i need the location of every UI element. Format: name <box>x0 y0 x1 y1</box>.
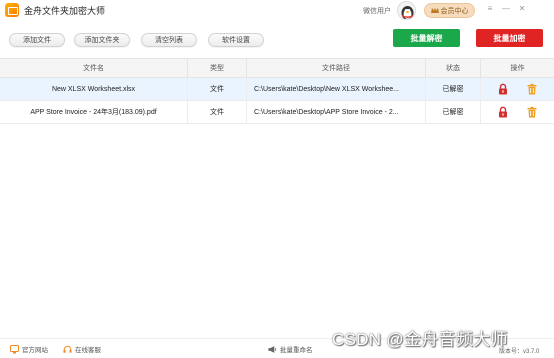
settings-button[interactable]: 软件设置 <box>208 33 264 47</box>
online-support-label: 在线客服 <box>75 347 101 354</box>
toolbar: 添加文件 添加文件夹 清空列表 软件设置 批量解密 批量加密 <box>0 26 554 54</box>
table-row[interactable]: New XLSX Worksheet.xlsx 文件 C:\Users\kate… <box>0 78 554 101</box>
file-path-cell: C:\Users\kate\Desktop\New XLSX Workshee.… <box>247 78 426 100</box>
column-header-actions: 操作 <box>510 65 525 72</box>
actions-cell <box>481 101 554 123</box>
file-name-cell: APP Store Invoice - 24年3月(183.09).pdf <box>0 101 188 123</box>
column-header-status[interactable]: 状态 <box>426 59 481 77</box>
batch-rename-link[interactable]: 批量重命名 <box>268 344 313 354</box>
file-name-cell: New XLSX Worksheet.xlsx <box>0 78 188 100</box>
status-cell: 已解密 <box>426 101 481 123</box>
window-controls: ≡ — ✕ <box>486 4 526 14</box>
batch-decrypt-button[interactable]: 批量解密 <box>393 29 460 47</box>
official-website-label: 官方网站 <box>22 347 48 354</box>
watermark-text: CSDN @金舟音频大师 <box>332 330 508 349</box>
avatar[interactable] <box>397 1 416 20</box>
column-header-path[interactable]: 文件路径 <box>247 59 426 77</box>
file-type-cell: 文件 <box>188 101 247 123</box>
table-row[interactable]: APP Store Invoice - 24年3月(183.09).pdf 文件… <box>0 101 554 124</box>
batch-encrypt-button[interactable]: 批量加密 <box>476 29 543 47</box>
app-window: 金舟文件夹加密大师 微信用户 会员中心 ≡ — ✕ 添加文件 添加文件夹 清空列… <box>0 0 554 358</box>
trash-icon[interactable] <box>526 106 538 118</box>
table-header: 文件名 类型 文件路径 状态 操作 <box>0 58 554 78</box>
megaphone-icon <box>268 345 277 354</box>
user-name[interactable]: 微信用户 <box>363 6 391 16</box>
member-center-label: 会员中心 <box>440 7 469 15</box>
app-title: 金舟文件夹加密大师 <box>24 6 106 16</box>
official-website-link[interactable]: 官方网站 <box>10 344 48 354</box>
close-icon[interactable]: ✕ <box>518 4 526 14</box>
member-center-button[interactable]: 会员中心 <box>424 3 475 18</box>
trash-icon[interactable] <box>526 83 538 95</box>
crown-icon <box>430 7 439 13</box>
online-support-link[interactable]: 在线客服 <box>63 344 101 354</box>
column-header-type[interactable]: 类型 <box>188 59 247 77</box>
file-table: 文件名 类型 文件路径 状态 操作 New XLSX Worksheet.xls… <box>0 58 554 124</box>
add-file-button[interactable]: 添加文件 <box>9 33 65 47</box>
title-bar: 金舟文件夹加密大师 微信用户 会员中心 ≡ — ✕ <box>0 0 554 22</box>
batch-rename-label: 批量重命名 <box>280 347 313 354</box>
file-path-cell: C:\Users\kate\Desktop\APP Store Invoice … <box>247 101 426 123</box>
folder-lock-logo-icon <box>5 3 19 17</box>
home-icon <box>10 344 19 354</box>
lock-icon[interactable] <box>497 106 509 118</box>
actions-cell <box>481 78 554 100</box>
lock-icon[interactable] <box>497 83 509 95</box>
minimize-icon[interactable]: — <box>502 4 510 14</box>
penguin-avatar-icon <box>401 6 414 19</box>
menu-icon[interactable]: ≡ <box>486 4 494 14</box>
status-cell: 已解密 <box>426 78 481 100</box>
add-folder-button[interactable]: 添加文件夹 <box>74 33 130 47</box>
clear-list-button[interactable]: 清空列表 <box>141 33 197 47</box>
column-header-name[interactable]: 文件名 <box>0 59 188 77</box>
file-type-cell: 文件 <box>188 78 247 100</box>
headset-icon <box>63 345 72 354</box>
